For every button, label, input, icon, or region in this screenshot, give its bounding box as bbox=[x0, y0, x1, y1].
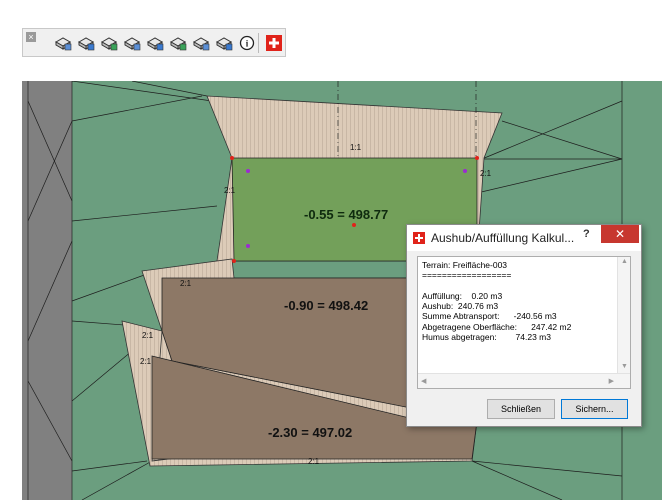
swiss-cross-icon bbox=[413, 232, 425, 244]
terrain-export-icon[interactable] bbox=[214, 33, 234, 53]
terrain-refresh-icon[interactable] bbox=[145, 33, 165, 53]
swiss-cross-icon[interactable] bbox=[264, 33, 284, 53]
slope-label: 2:1 bbox=[308, 457, 320, 466]
scroll-down-icon[interactable]: ▼ bbox=[621, 363, 628, 370]
vertex-point bbox=[246, 244, 250, 248]
slope-label: 2:1 bbox=[140, 357, 152, 366]
scroll-left-icon[interactable]: ◀ bbox=[421, 377, 426, 385]
help-button[interactable]: ? bbox=[583, 228, 590, 240]
toolbar-close-button[interactable]: × bbox=[26, 32, 36, 42]
slope-label: 2:1 bbox=[180, 279, 192, 288]
save-button[interactable]: Sichern... bbox=[561, 399, 628, 419]
corner-point bbox=[232, 259, 236, 263]
vertex-point bbox=[246, 169, 250, 173]
terrain-copy-icon[interactable] bbox=[191, 33, 211, 53]
terrain-list-icon[interactable] bbox=[99, 33, 119, 53]
terrain-edit-icon[interactable] bbox=[122, 33, 142, 53]
platform-middle-label: -0.90 = 498.42 bbox=[284, 298, 369, 313]
add-terrain-icon[interactable] bbox=[53, 33, 73, 53]
close-button[interactable]: Schließen bbox=[487, 399, 555, 419]
slope-label: 2:1 bbox=[224, 186, 236, 195]
slope-label: 2:1 bbox=[142, 331, 154, 340]
horizontal-scrollbar[interactable]: ◀ ▶ bbox=[418, 373, 630, 388]
terrain-table-icon[interactable] bbox=[168, 33, 188, 53]
info-icon[interactable]: i bbox=[237, 33, 257, 53]
scroll-up-icon[interactable]: ▲ bbox=[621, 258, 628, 265]
slope-label: 2:1 bbox=[480, 169, 492, 178]
vertex-point bbox=[463, 169, 467, 173]
dialog-close-button[interactable]: ✕ bbox=[601, 225, 639, 243]
corner-point bbox=[230, 156, 234, 160]
corner-point bbox=[475, 156, 479, 160]
result-textbox[interactable]: Terrain: Freifläche-003 ================… bbox=[417, 256, 631, 389]
platform-lower-label: -2.30 = 497.02 bbox=[268, 425, 353, 440]
calculation-dialog: Aushub/Auffüllung Kalkul... ? ✕ Terrain:… bbox=[406, 224, 642, 427]
scroll-right-icon[interactable]: ▶ bbox=[609, 377, 614, 385]
dialog-titlebar[interactable]: Aushub/Auffüllung Kalkul... ? ✕ bbox=[407, 225, 641, 251]
terrain-plan-icon[interactable] bbox=[76, 33, 96, 53]
center-point bbox=[352, 223, 356, 227]
toolbar-separator bbox=[258, 33, 259, 53]
vertical-scrollbar[interactable]: ▲ ▼ bbox=[617, 257, 630, 375]
terrain-toolbar: × i bbox=[22, 28, 286, 57]
slope-label: 1:1 bbox=[350, 143, 362, 152]
dialog-title: Aushub/Auffüllung Kalkul... bbox=[431, 231, 575, 245]
platform-upper-label: -0.55 = 498.77 bbox=[304, 207, 389, 222]
result-text: Terrain: Freifläche-003 ================… bbox=[422, 260, 572, 343]
